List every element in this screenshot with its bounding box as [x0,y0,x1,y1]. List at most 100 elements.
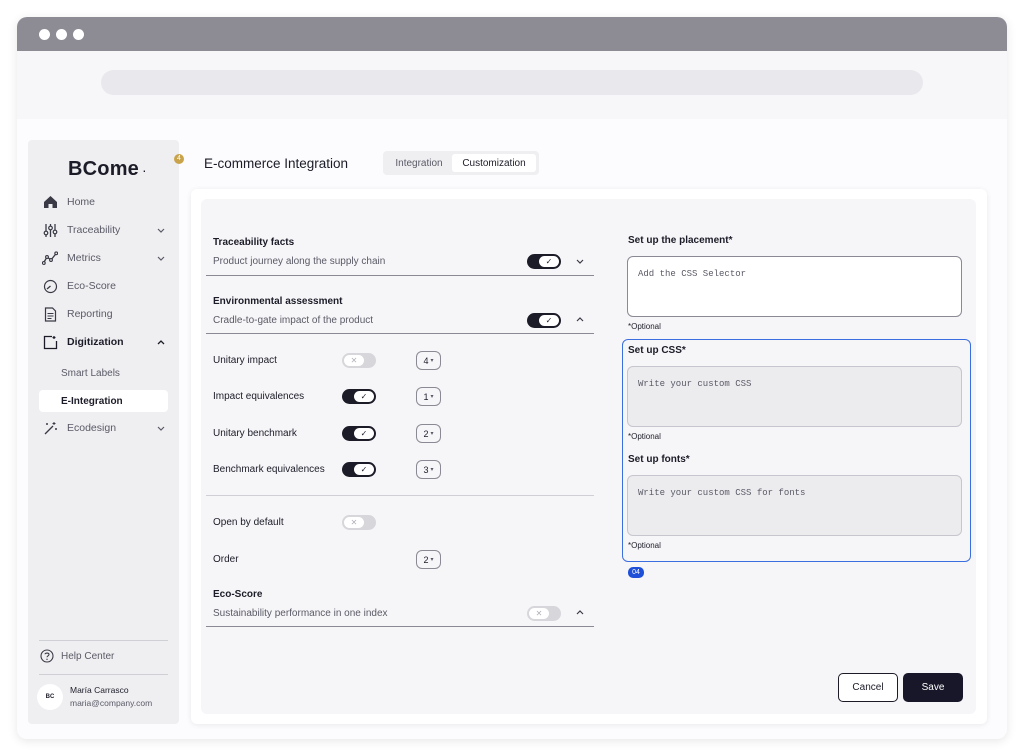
window-maximize-dot[interactable] [73,29,84,40]
chevron-down-icon: ▾ [430,358,434,364]
sidebar-subitem-label: Smart Labels [61,367,120,379]
sidebar-item-home[interactable]: Home [42,192,168,212]
toggle-environmental[interactable]: ✓ [527,313,561,328]
chevron-down-icon: ▾ [430,467,434,473]
sidebar-divider [39,674,168,675]
order-select-impact-equivalences[interactable]: 1 ▾ [416,387,441,406]
sidebar-item-label: Home [67,196,96,208]
document-icon [42,306,58,322]
avatar: BC [37,684,63,710]
tab-integration[interactable]: Integration [387,154,451,172]
tab-group: Integration Customization [383,151,539,175]
sidebar-item-digitization[interactable]: Digitization [42,332,168,352]
section-title-traceability: Traceability facts [213,237,295,248]
sidebar-item-eco-score[interactable]: Eco-Score [42,276,168,296]
chevron-down-icon: ▾ [430,394,434,400]
tab-customization[interactable]: Customization [452,154,536,172]
chevron-up-icon[interactable] [573,605,587,619]
chevron-up-icon[interactable] [573,312,587,326]
sidebar-divider [39,640,168,641]
sidebar-item-label: Eco-Score [67,280,117,292]
address-bar[interactable] [101,70,923,95]
section-title-environmental: Environmental assessment [213,296,343,307]
sidebar-item-metrics[interactable]: Metrics [42,248,168,268]
chevron-down-icon: ▾ [430,431,434,437]
section-divider [206,275,594,276]
section-subtitle-environmental: Cradle-to-gate impact of the product [213,315,374,326]
sidebar-item-label: Traceability [67,224,121,236]
custom-css-textarea[interactable]: Write your custom CSS [627,366,962,427]
help-center-link[interactable]: Help Center [40,649,114,663]
sidebar-item-label: Digitization [67,336,124,348]
order-select-benchmark-equivalences[interactable]: 3 ▾ [416,460,441,479]
fonts-label: Set up fonts* [628,454,690,465]
cancel-button[interactable]: Cancel [838,673,898,702]
custom-fonts-textarea[interactable]: Write your custom CSS for fonts [627,475,962,536]
brand-logo[interactable]: BCome · [68,158,147,181]
browser-toolbar [17,51,1007,119]
save-button[interactable]: Save [903,673,963,702]
toggle-traceability[interactable]: ✓ [527,254,561,269]
toggle-unitary-impact[interactable]: ✕ [342,353,376,368]
toggle-benchmark-equivalences[interactable]: ✓ [342,462,376,477]
sidebar-item-label: Metrics [67,252,101,264]
row-label-order: Order [213,554,239,565]
chevron-down-icon[interactable] [154,223,168,237]
chevron-down-icon[interactable] [154,251,168,265]
toggle-open-by-default[interactable]: ✕ [342,515,376,530]
section-divider [206,626,594,627]
row-label-benchmark-equivalences: Benchmark equivalences [213,464,325,475]
sidebar-item-ecodesign[interactable]: Ecodesign [42,418,168,438]
toggle-unitary-benchmark[interactable]: ✓ [342,426,376,441]
sidebar-subitem-smart-labels[interactable]: Smart Labels [39,362,168,384]
placement-optional-note: *Optional [628,322,661,331]
toggle-eco-score[interactable]: ✕ [527,606,561,621]
chevron-up-icon[interactable] [154,335,168,349]
page-title: E-commerce Integration [204,156,349,171]
check-icon: ✓ [354,464,374,475]
order-select-section[interactable]: 2 ▾ [416,550,441,569]
notification-badge[interactable]: 4 [174,154,184,164]
digitization-icon [42,334,58,350]
section-divider [206,495,594,496]
section-divider [206,333,594,334]
order-select-unitary-benchmark[interactable]: 2 ▾ [416,424,441,443]
x-icon: ✕ [344,355,364,366]
window-titlebar [17,17,1007,51]
row-label-unitary-benchmark: Unitary benchmark [213,428,297,439]
check-icon: ✓ [354,428,374,439]
help-center-label: Help Center [61,650,115,662]
step-badge: 04 [628,567,644,578]
chevron-down-icon[interactable] [573,254,587,268]
toggle-impact-equivalences[interactable]: ✓ [342,389,376,404]
placement-label: Set up the placement* [628,235,733,246]
sidebar-item-traceability[interactable]: Traceability [42,220,168,240]
css-optional-note: *Optional [628,432,661,441]
user-name: María Carrasco [70,685,129,695]
check-icon: ✓ [539,256,559,267]
gauge-icon [42,278,58,294]
css-selector-input[interactable]: Add the CSS Selector [627,256,962,317]
chevron-down-icon[interactable] [154,421,168,435]
magic-wand-icon [42,420,58,436]
row-label-open-by-default: Open by default [213,517,284,528]
section-title-eco-score: Eco-Score [213,589,263,600]
window-minimize-dot[interactable] [56,29,67,40]
sliders-icon [42,222,58,238]
customization-card: Traceability facts Product journey along… [191,189,987,724]
window-close-dot[interactable] [39,29,50,40]
sidebar-item-label: Reporting [67,308,113,320]
home-icon [42,194,58,210]
row-label-unitary-impact: Unitary impact [213,355,277,366]
app-area: BCome · Home Traceability Metrics Eco-Sc… [17,119,1007,739]
user-profile[interactable]: BC María Carrasco maria@company.com [37,684,152,710]
section-subtitle-eco-score: Sustainability performance in one index [213,608,388,619]
order-select-unitary-impact[interactable]: 4 ▾ [416,351,441,370]
customization-panel: Traceability facts Product journey along… [201,199,976,714]
row-label-impact-equivalences: Impact equivalences [213,391,305,402]
sidebar-item-reporting[interactable]: Reporting [42,304,168,324]
css-label: Set up CSS* [628,345,686,356]
check-icon: ✓ [539,315,559,326]
x-icon: ✕ [344,517,364,528]
sidebar-subitem-e-integration[interactable]: E-Integration [39,390,168,412]
